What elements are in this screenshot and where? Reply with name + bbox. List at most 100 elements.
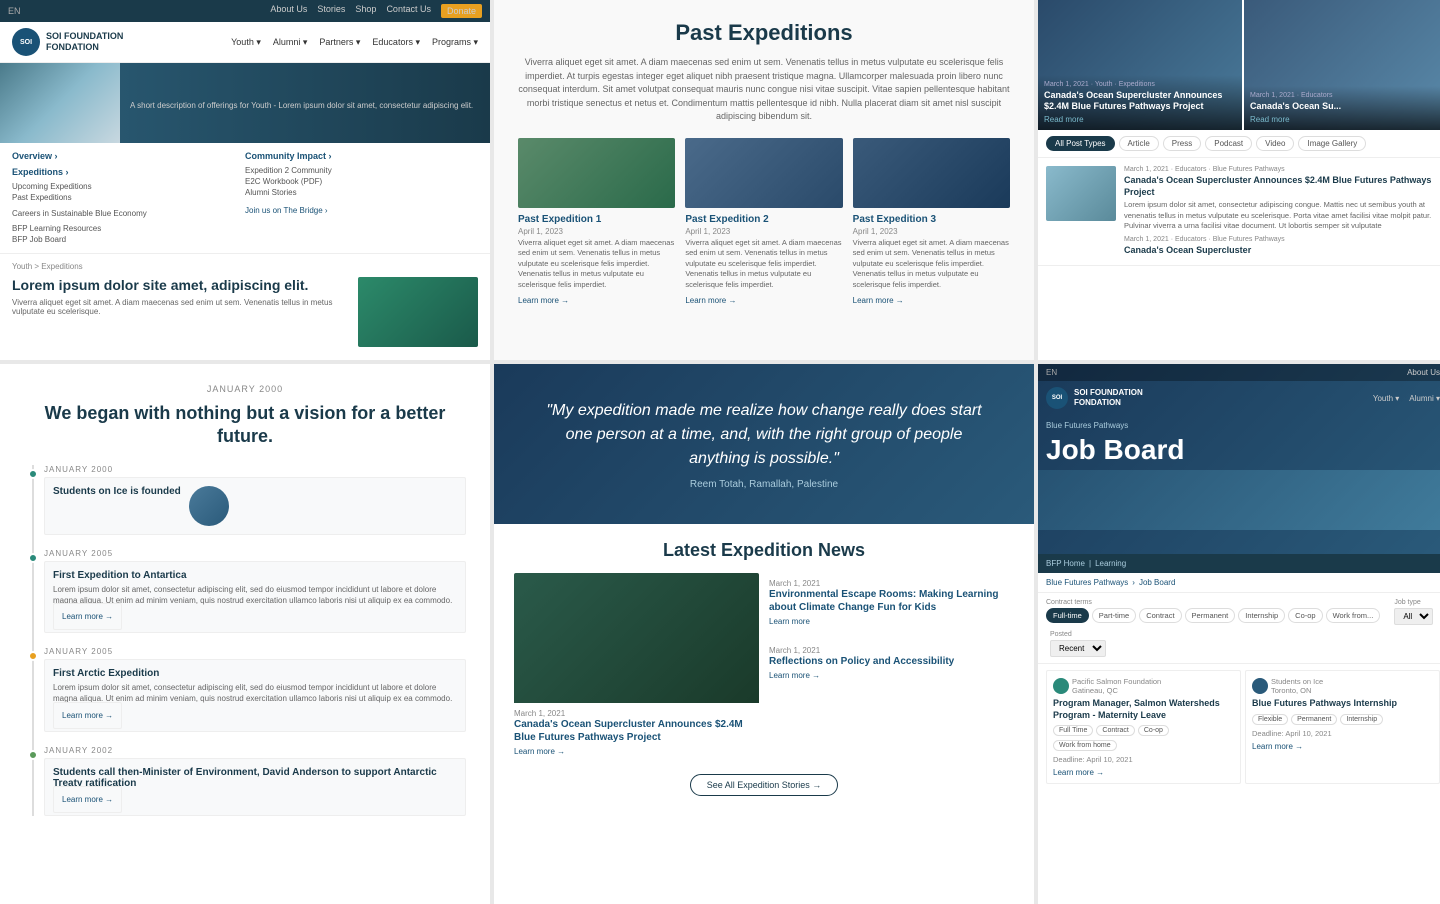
filter-permanent[interactable]: Permanent: [1185, 608, 1236, 623]
job-org-1: Pacific Salmon Foundation Gatineau, QC: [1053, 677, 1234, 695]
contact-link[interactable]: Contact Us: [386, 4, 431, 18]
top-card-link-2[interactable]: Read more: [1250, 115, 1440, 124]
page-content: Youth > Expeditions Lorem ipsum dolor si…: [0, 254, 490, 355]
quote-author: Reem Totah, Ramallah, Palestine: [690, 479, 838, 490]
news-card-link-right-1[interactable]: Learn more: [769, 617, 1014, 626]
timeline-event-link-3[interactable]: Learn more →: [53, 702, 122, 729]
join-bridge-link[interactable]: Join us on The Bridge ›: [245, 206, 478, 215]
expedition2-community-link[interactable]: Expedition 2 Community: [245, 165, 478, 176]
article-more-meta: March 1, 2021 · Educators · Blue Futures…: [1124, 236, 1440, 243]
nav-programs[interactable]: Programs ▾: [432, 37, 478, 48]
nav-partners[interactable]: Partners ▾: [319, 37, 360, 48]
breadcrumb-bfp[interactable]: Blue Futures Pathways: [1046, 578, 1128, 587]
see-all-button[interactable]: See All Expedition Stories →: [690, 774, 839, 796]
filter-video[interactable]: Video: [1256, 136, 1294, 151]
breadcrumb-job-board: Job Board: [1139, 578, 1175, 587]
stories-link[interactable]: Stories: [317, 4, 345, 18]
news-cards-right: March 1, 2021 Environmental Escape Rooms…: [769, 573, 1014, 762]
filter-work-from[interactable]: Work from...: [1326, 608, 1381, 623]
filter-podcast[interactable]: Podcast: [1205, 136, 1252, 151]
job-board-nav-alumni[interactable]: Alumni ▾: [1409, 394, 1440, 403]
bfp-home-link[interactable]: BFP Home: [1046, 559, 1085, 568]
filter-full-time[interactable]: Full-time: [1046, 608, 1089, 623]
expedition-card-1: Past Expedition 1 April 1, 2023 Viverra …: [518, 138, 675, 309]
nav-alumni[interactable]: Alumni ▾: [273, 37, 308, 48]
job-board-about-link[interactable]: About Us: [1407, 368, 1440, 377]
e2c-workbook-link[interactable]: E2C Workbook (PDF): [245, 176, 478, 187]
donate-button[interactable]: Donate: [441, 4, 482, 18]
filter-internship[interactable]: Internship: [1238, 608, 1285, 623]
job-board-lang[interactable]: EN: [1046, 368, 1057, 377]
filter-part-time[interactable]: Part-time: [1092, 608, 1136, 623]
job-tag-permanent: Permanent: [1291, 714, 1337, 725]
expeditions-link[interactable]: Expeditions ›: [12, 167, 245, 177]
breadcrumb-sep: ›: [1132, 578, 1135, 587]
news-card-title-large: Canada's Ocean Supercluster Announces $2…: [514, 718, 759, 744]
job-org-location-2: Toronto, ON: [1271, 686, 1323, 695]
expedition-card-body-1: Viverra aliquet eget sit amet. A diam ma…: [518, 238, 675, 291]
job-tag-full-time: Full Time: [1053, 725, 1093, 736]
bfp-job-board-link[interactable]: BFP Job Board: [12, 234, 245, 245]
job-learn-more-1[interactable]: Learn more →: [1053, 768, 1234, 777]
filter-all[interactable]: All Post Types: [1046, 136, 1115, 151]
filter-contract[interactable]: Contract: [1139, 608, 1181, 623]
filter-press[interactable]: Press: [1163, 136, 1201, 151]
job-board-breadcrumb: Blue Futures Pathways › Job Board: [1038, 573, 1440, 593]
expedition-card-link-3[interactable]: Learn more →: [853, 296, 904, 305]
filter-article[interactable]: Article: [1119, 136, 1159, 151]
bfp-learning-link[interactable]: BFP Learning Resources: [12, 223, 245, 234]
expedition-card-date-1: April 1, 2023: [518, 227, 675, 236]
timeline-event-link-4[interactable]: Learn more →: [53, 786, 122, 813]
learning-link[interactable]: Learning: [1095, 559, 1126, 568]
job-board-hero: EN About Us SOI SOI FOUNDATIONFONDATION …: [1038, 364, 1440, 554]
job-org-2: Students on Ice Toronto, ON: [1252, 677, 1433, 695]
expedition-card-image-1: [518, 138, 675, 208]
timeline-event-date-1: JANUARY 2000: [44, 465, 466, 474]
job-title-2: Blue Futures Pathways Internship: [1252, 698, 1433, 710]
job-board-logo-row: SOI SOI FOUNDATIONFONDATION Youth ▾ Alum…: [1038, 381, 1440, 415]
overview-link[interactable]: Overview ›: [12, 151, 245, 161]
posted-select[interactable]: Recent: [1050, 640, 1106, 657]
job-org-location-1: Gatineau, QC: [1072, 686, 1161, 695]
timeline-event-link-2[interactable]: Learn more →: [53, 603, 122, 630]
main-navbar: SOI SOI FOUNDATIONFONDATION Youth ▾ Alum…: [0, 22, 490, 63]
community-impact-link[interactable]: Community Impact ›: [245, 151, 478, 161]
expedition-card-body-2: Viverra aliquet eget sit amet. A diam ma…: [685, 238, 842, 291]
past-expeditions-link[interactable]: Past Expeditions: [12, 192, 245, 203]
shop-link[interactable]: Shop: [355, 4, 376, 18]
job-org-info-2: Students on Ice Toronto, ON: [1271, 677, 1323, 695]
content-text: Lorem ipsum dolor site amet, adipiscing …: [12, 277, 348, 347]
expedition-card-link-1[interactable]: Learn more →: [518, 296, 569, 305]
see-all-section: See All Expedition Stories →: [514, 774, 1014, 796]
job-type-filter: Job type All: [1394, 599, 1433, 625]
job-type-select[interactable]: All: [1394, 608, 1433, 625]
expedition-card-date-3: April 1, 2023: [853, 227, 1010, 236]
article-image-1: [1046, 166, 1116, 221]
job-board-nav-youth[interactable]: Youth ▾: [1373, 394, 1399, 403]
job-tag-internship: Internship: [1340, 714, 1383, 725]
news-card-link-large[interactable]: Learn more →: [514, 747, 759, 756]
alumni-stories-link[interactable]: Alumni Stories: [245, 187, 478, 198]
news-card-meta-right-2: March 1, 2021: [769, 646, 1014, 655]
job-learn-more-2[interactable]: Learn more →: [1252, 742, 1433, 751]
past-expeditions-intro: Viverra aliquet eget sit amet. A diam ma…: [518, 56, 1010, 124]
expedition-cards: Past Expedition 1 April 1, 2023 Viverra …: [518, 138, 1010, 309]
job-tag-contract: Contract: [1096, 725, 1134, 736]
news-card-title-right-1: Environmental Escape Rooms: Making Learn…: [769, 588, 1014, 614]
expedition-card-link-2[interactable]: Learn more →: [685, 296, 736, 305]
upcoming-expeditions-link[interactable]: Upcoming Expeditions: [12, 181, 245, 192]
filter-co-op[interactable]: Co-op: [1288, 608, 1322, 623]
timeline-event-3: JANUARY 2005 First Arctic Expedition Lor…: [44, 647, 466, 731]
nav-youth[interactable]: Youth ▾: [231, 37, 261, 48]
news-card-link-right-2[interactable]: Learn more →: [769, 671, 1014, 680]
news-section-title: Latest Expedition News: [514, 540, 1014, 561]
news-card-large: March 1, 2021 Canada's Ocean Supercluste…: [514, 573, 759, 762]
job-board-logo-text: SOI FOUNDATIONFONDATION: [1074, 388, 1143, 407]
filter-image-gallery[interactable]: Image Gallery: [1298, 136, 1366, 151]
nav-educators[interactable]: Educators ▾: [372, 37, 420, 48]
about-us-link[interactable]: About Us: [270, 4, 307, 18]
language-selector[interactable]: EN: [8, 6, 21, 16]
top-card-title-1: Canada's Ocean Supercluster Announces $2…: [1044, 90, 1236, 112]
job-board-nav-links: About Us: [1407, 368, 1440, 377]
top-card-link-1[interactable]: Read more: [1044, 115, 1236, 124]
